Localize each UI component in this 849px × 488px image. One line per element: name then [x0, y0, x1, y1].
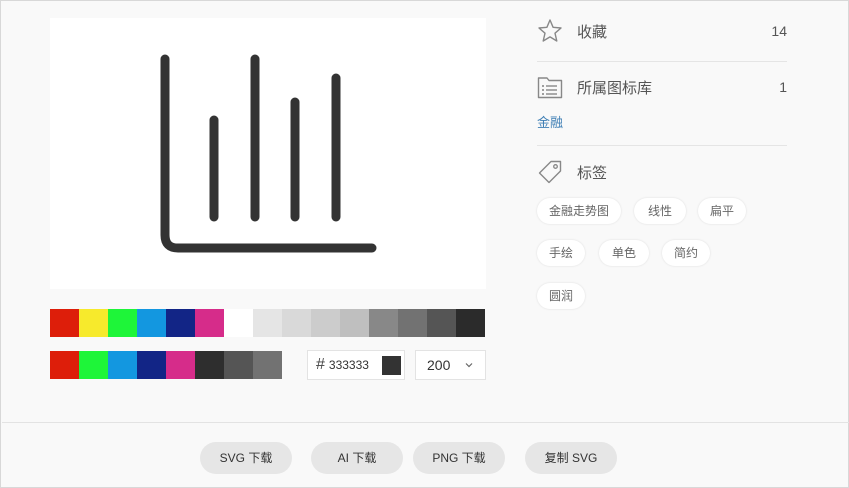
copy-svg-button[interactable]: 复制 SVG — [525, 442, 617, 474]
icon-detail-panel: # 200 收藏 14 所属图标库 1 金融 — [0, 0, 849, 488]
color-swatch[interactable] — [224, 351, 253, 379]
tag-item[interactable]: 单色 — [599, 240, 649, 266]
color-swatch[interactable] — [311, 309, 340, 337]
color-swatch[interactable] — [108, 351, 137, 379]
library-icon — [537, 77, 563, 99]
color-swatch[interactable] — [253, 351, 282, 379]
icon-preview — [50, 18, 486, 289]
tag-icon — [538, 160, 562, 184]
color-swatch[interactable] — [195, 309, 224, 337]
color-swatch[interactable] — [398, 309, 427, 337]
color-swatch[interactable] — [195, 351, 224, 379]
png-download-button[interactable]: PNG 下载 — [413, 442, 505, 474]
svg-download-button[interactable]: SVG 下载 — [200, 442, 292, 474]
color-swatch[interactable] — [224, 309, 253, 337]
tag-item[interactable]: 线性 — [634, 198, 686, 224]
bar-chart-linear-icon — [160, 54, 377, 253]
current-color-chip[interactable] — [381, 355, 401, 375]
color-swatch[interactable] — [253, 309, 282, 337]
favorites-label: 收藏 — [577, 23, 608, 41]
hash-symbol: # — [316, 356, 325, 373]
color-swatch[interactable] — [108, 309, 137, 337]
tag-item[interactable]: 简约 — [662, 240, 710, 266]
tag-item[interactable]: 金融走势图 — [537, 198, 621, 224]
color-swatch[interactable] — [50, 351, 79, 379]
size-select[interactable]: 200 — [415, 350, 486, 380]
color-swatch[interactable] — [137, 351, 166, 379]
favorites-row[interactable]: 收藏 14 — [537, 16, 787, 46]
tag-item[interactable]: 圆润 — [537, 283, 585, 309]
color-swatch[interactable] — [166, 351, 195, 379]
tags-row: 标签 — [537, 157, 787, 187]
favorites-count: 14 — [771, 23, 787, 39]
hex-color-input[interactable] — [328, 358, 379, 372]
color-swatch[interactable] — [50, 309, 79, 337]
ai-download-button[interactable]: AI 下载 — [311, 442, 403, 474]
tag-item[interactable]: 手绘 — [537, 240, 585, 266]
library-row: 所属图标库 1 — [537, 72, 787, 102]
star-icon[interactable] — [537, 18, 563, 44]
color-swatch[interactable] — [369, 309, 398, 337]
divider — [537, 145, 787, 146]
library-label: 所属图标库 — [577, 79, 653, 97]
color-swatch[interactable] — [79, 309, 108, 337]
color-swatch[interactable] — [427, 309, 456, 337]
footer-divider — [2, 422, 849, 423]
color-swatch[interactable] — [166, 309, 195, 337]
color-palette-primary — [50, 309, 485, 337]
color-swatch[interactable] — [79, 351, 108, 379]
hex-color-field[interactable]: # — [307, 350, 405, 380]
color-swatch[interactable] — [456, 309, 485, 337]
tag-item[interactable]: 扁平 — [698, 198, 746, 224]
color-swatch[interactable] — [137, 309, 166, 337]
color-swatch[interactable] — [340, 309, 369, 337]
library-count: 1 — [779, 79, 787, 95]
color-palette-recent — [50, 351, 282, 379]
size-select-value: 200 — [427, 357, 451, 373]
chevron-down-icon — [465, 363, 473, 368]
tags-label: 标签 — [577, 164, 608, 182]
library-link[interactable]: 金融 — [537, 112, 563, 131]
divider — [537, 61, 787, 62]
color-swatch[interactable] — [282, 309, 311, 337]
